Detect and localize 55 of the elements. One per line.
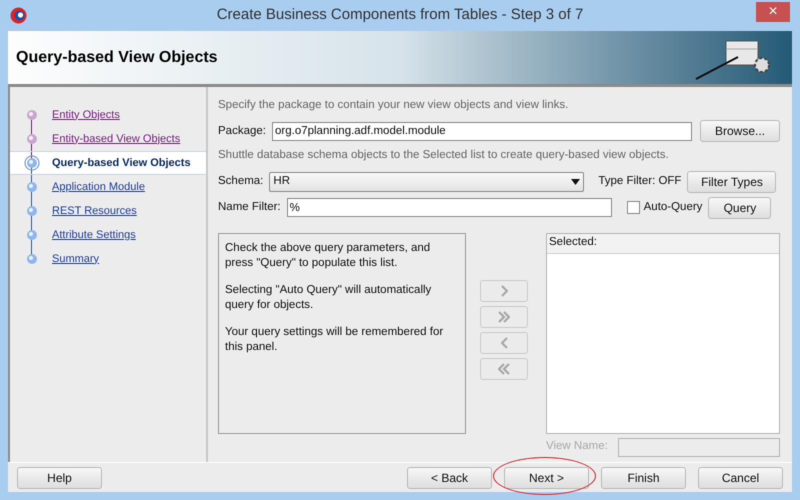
wizard-button[interactable]: Next > bbox=[504, 466, 589, 488]
step-label: Attribute Settings bbox=[52, 228, 136, 243]
browse-button[interactable]: Browse... bbox=[700, 120, 780, 142]
step-label: Query-based View Objects bbox=[52, 156, 191, 171]
help-paragraph: Selecting "Auto Query" will automatically query for objects. bbox=[225, 282, 432, 312]
package-field[interactable]: org.o7planning.adf.model.module bbox=[272, 122, 692, 141]
view-name-label: View Name: bbox=[546, 439, 608, 454]
step-item[interactable]: Query-based View Objects bbox=[10, 151, 206, 175]
name-filter-label: Name Filter: bbox=[218, 200, 281, 215]
schema-dropdown[interactable]: HR bbox=[269, 172, 584, 192]
close-button[interactable]: × bbox=[756, 2, 790, 22]
help-paragraph: Your query settings will be remembered for this panel. bbox=[225, 324, 444, 354]
selected-list[interactable]: Selected: bbox=[546, 232, 780, 434]
query-button[interactable]: Query bbox=[708, 196, 772, 218]
chevron-left-icon bbox=[500, 336, 508, 348]
double-chevron-right-icon bbox=[498, 310, 510, 322]
help-paragraph: Check the above query parameters, and press "Query" to populate this list. bbox=[225, 240, 432, 270]
filter-types-button[interactable]: Filter Types bbox=[687, 170, 776, 192]
step-item[interactable]: Entity Objects bbox=[10, 103, 206, 127]
step-dot-icon bbox=[24, 107, 40, 123]
step-item[interactable]: Summary bbox=[10, 247, 206, 271]
help-button[interactable]: Help bbox=[17, 466, 102, 488]
step-dot-icon bbox=[24, 227, 40, 243]
package-label: Package: bbox=[218, 124, 266, 139]
step-item[interactable]: Application Module bbox=[10, 175, 206, 199]
package-instruction: Specify the package to contain your new view objects and view links. bbox=[218, 98, 570, 113]
list-header: Selected: bbox=[547, 234, 779, 254]
step-label: Entity-based View Objects bbox=[52, 132, 180, 147]
step-label: Application Module bbox=[52, 180, 145, 195]
window-title: Create Business Components from Tables - Step 3 of 7 bbox=[216, 5, 584, 26]
wizard-button[interactable]: Finish bbox=[601, 466, 686, 488]
name-filter-field[interactable]: % bbox=[286, 198, 612, 217]
step-label: Summary bbox=[52, 252, 100, 267]
step-dot-icon bbox=[24, 203, 40, 219]
step-dot-icon bbox=[24, 179, 40, 195]
step-item[interactable]: REST Resources bbox=[10, 199, 206, 223]
step-item[interactable]: Attribute Settings bbox=[10, 223, 206, 247]
page-heading: Query-based View Objects bbox=[16, 48, 218, 68]
step-dot-icon bbox=[24, 251, 40, 267]
step-label: Entity Objects bbox=[52, 108, 120, 123]
auto-query-checkbox[interactable] bbox=[626, 201, 640, 214]
wizard-button[interactable]: Cancel bbox=[698, 466, 783, 488]
shuttle-instruction: Shuttle database schema objects to the Selected list to create query-based view objects. bbox=[218, 148, 670, 164]
step-label: REST Resources bbox=[52, 204, 137, 219]
app-logo-icon bbox=[10, 7, 27, 24]
chevron-right-icon bbox=[500, 284, 508, 296]
type-filter-status: Type Filter: OFF bbox=[598, 174, 682, 189]
double-chevron-left-icon bbox=[498, 362, 510, 374]
step-dot-icon bbox=[24, 131, 40, 147]
step-dot-icon bbox=[24, 155, 40, 171]
auto-query-label: Auto-Query bbox=[644, 200, 702, 215]
step-item[interactable]: Entity-based View Objects bbox=[10, 127, 206, 151]
dropdown-caret-icon bbox=[571, 178, 580, 184]
schema-label: Schema: bbox=[218, 174, 264, 189]
wizard-button[interactable]: < Back bbox=[407, 466, 492, 488]
